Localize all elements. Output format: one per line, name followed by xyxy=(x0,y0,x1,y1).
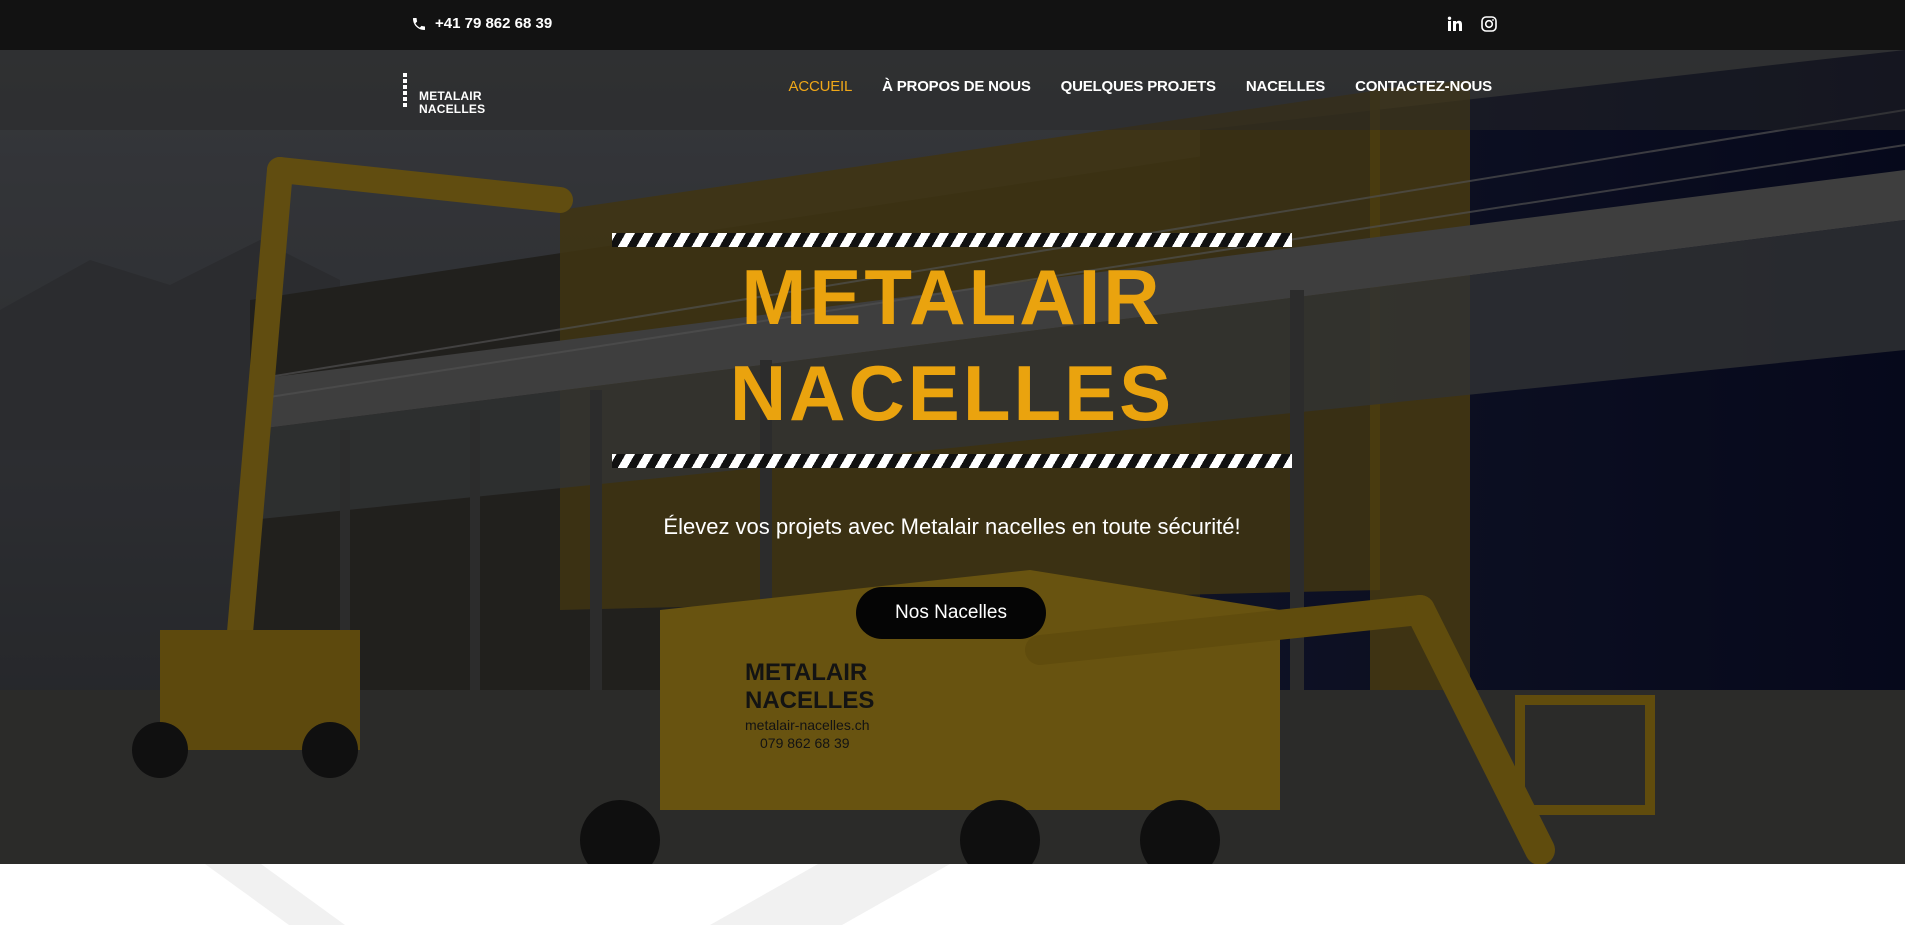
main-navigation: METALAIR NACELLES ACCUEIL À PROPOS DE NO… xyxy=(0,50,1905,130)
nav-item-nacelles[interactable]: NACELLES xyxy=(1246,78,1325,95)
top-bar: +41 79 862 68 39 xyxy=(0,0,1905,50)
instagram-icon[interactable] xyxy=(1481,16,1497,32)
next-section xyxy=(0,864,1905,925)
logo-bars-icon xyxy=(403,73,407,111)
hero-tagline: Élevez vos projets avec Metalair nacelle… xyxy=(663,514,1241,539)
nav-item-a-propos[interactable]: À PROPOS DE NOUS xyxy=(882,78,1031,95)
page: METALAIR NACELLES metalair-nacelles.ch 0… xyxy=(0,0,1905,925)
phone-number: +41 79 862 68 39 xyxy=(435,15,553,32)
site-logo[interactable]: METALAIR NACELLES xyxy=(403,67,486,117)
nav-item-accueil[interactable]: ACCUEIL xyxy=(789,78,853,95)
social-links xyxy=(1447,16,1497,32)
hazard-stripe-top xyxy=(612,233,1292,247)
nos-nacelles-button[interactable]: Nos Nacelles xyxy=(856,587,1046,639)
decorative-chevron xyxy=(710,864,950,925)
phone-icon xyxy=(413,17,425,30)
hero-title-line-1: METALAIR xyxy=(741,253,1163,341)
hero-title-line-2: NACELLES xyxy=(729,349,1175,437)
nav-menu: ACCUEIL À PROPOS DE NOUS QUELQUES PROJET… xyxy=(789,78,1493,95)
hazard-stripe-bottom xyxy=(612,454,1292,468)
nav-item-contact[interactable]: CONTACTEZ-NOUS xyxy=(1355,78,1492,95)
decorative-chevron xyxy=(205,864,345,925)
logo-line-2: NACELLES xyxy=(419,102,486,116)
phone-contact[interactable]: +41 79 862 68 39 xyxy=(411,15,552,32)
nav-item-projets[interactable]: QUELQUES PROJETS xyxy=(1061,78,1216,95)
linkedin-icon[interactable] xyxy=(1447,16,1463,32)
